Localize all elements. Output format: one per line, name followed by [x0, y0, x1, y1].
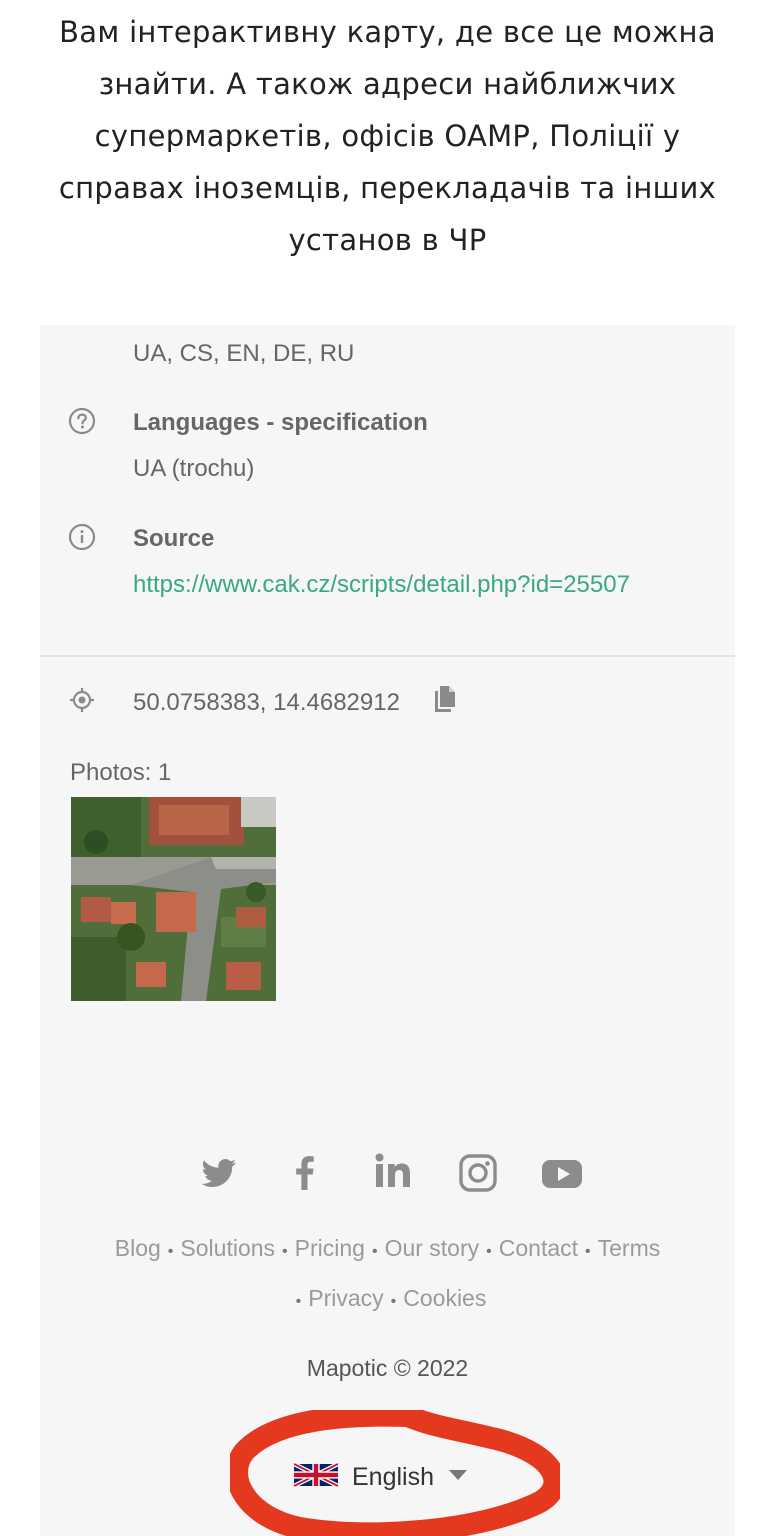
separator-dot: • [486, 1243, 492, 1260]
photos-label: Photos: 1 [70, 759, 172, 786]
photo-thumbnail[interactable] [71, 797, 276, 1001]
youtube-icon[interactable] [540, 1148, 584, 1198]
info-icon [68, 523, 96, 551]
footer-link-blog[interactable]: Blog [115, 1235, 161, 1261]
separator-dot: • [282, 1243, 288, 1260]
source-link[interactable]: https://www.cak.cz/scripts/detail.php?id… [133, 571, 630, 599]
language-selector[interactable]: English [293, 1457, 468, 1497]
linkedin-icon[interactable] [374, 1148, 414, 1198]
caret-down-icon [448, 1468, 468, 1486]
intro-text: Вам інтерактивну карту, де все це можна … [58, 15, 717, 257]
footer-link-privacy[interactable]: Privacy [308, 1285, 383, 1311]
uk-flag-icon [293, 1461, 339, 1493]
copy-icon[interactable] [433, 686, 455, 717]
separator-dot: • [295, 1293, 302, 1310]
languages-value: UA, CS, EN, DE, RU [133, 340, 355, 367]
instagram-icon[interactable] [458, 1148, 498, 1198]
source-label: Source [133, 525, 215, 552]
language-label: English [352, 1462, 434, 1491]
question-icon [68, 407, 96, 435]
footer-link-pricing[interactable]: Pricing [295, 1235, 365, 1261]
lang-spec-value: UA (trochu) [133, 455, 255, 482]
location-target-icon [68, 686, 96, 714]
divider [40, 655, 735, 657]
separator-dot: • [390, 1293, 397, 1310]
footer-link-our-story[interactable]: Our story [385, 1235, 480, 1261]
footer-links: Blog • Solutions • Pricing • Our story • Contact… [40, 1225, 735, 1325]
copyright: Mapotic © 2022 [306, 1355, 469, 1381]
lang-spec-label: Languages - specification [133, 409, 428, 436]
separator-dot: • [167, 1243, 174, 1260]
footer-link-solutions[interactable]: Solutions [180, 1235, 275, 1261]
footer-link-terms[interactable]: Terms [598, 1235, 661, 1261]
detail-panel: UA, CS, EN, DE, RU Languages - specifica… [40, 325, 735, 1536]
twitter-icon[interactable] [200, 1148, 238, 1198]
separator-dot: • [585, 1243, 591, 1260]
footer-link-contact[interactable]: Contact [499, 1235, 578, 1261]
coordinates: 50.0758383, 14.4682912 [133, 689, 400, 716]
facebook-icon[interactable] [292, 1148, 316, 1198]
footer-link-cookies[interactable]: Cookies [403, 1285, 486, 1311]
separator-dot: • [371, 1243, 378, 1260]
